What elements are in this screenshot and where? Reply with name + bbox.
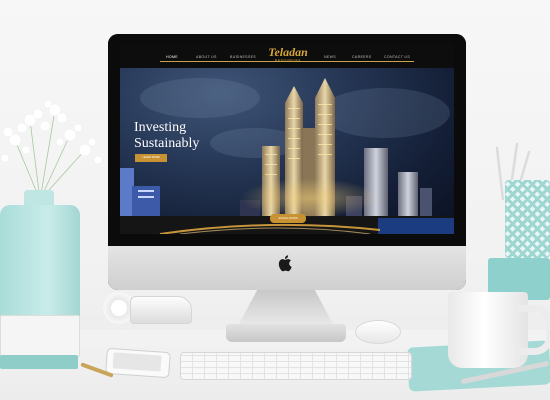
imac-stand-base [226, 324, 346, 342]
city-glow [240, 178, 380, 218]
magic-mouse [355, 320, 401, 344]
logo-wordmark: Teladan [268, 45, 308, 59]
nav-item-news[interactable]: NEWS [324, 55, 336, 59]
learn-more-button[interactable]: LEARN MORE [135, 154, 167, 162]
nav-item-home[interactable]: HOME [166, 55, 178, 59]
babys-breath-flowers [0, 99, 103, 200]
site-logo[interactable]: Teladan RESOURCES [268, 46, 308, 66]
scroll-down-button[interactable]: SCROLL DOWN [270, 214, 306, 223]
keyboard [180, 352, 412, 380]
teal-vase [0, 205, 80, 325]
stapler [130, 296, 192, 324]
smartphone [105, 347, 171, 379]
nav-item-businesses[interactable]: BUSINESSES [230, 55, 256, 59]
mug-handle [518, 305, 550, 355]
wire-basket [505, 180, 550, 258]
coffee-mug [448, 292, 528, 368]
hero-headline-line1: Investing [134, 120, 187, 135]
nav-item-about-us[interactable]: ABOUT US [196, 55, 217, 59]
nav-item-careers[interactable]: CAREERS [352, 55, 371, 59]
nav-item-contact-us[interactable]: CONTACT US [384, 55, 410, 59]
hero-headline: Investing Sustainably [134, 120, 199, 152]
apple-logo-icon [278, 255, 292, 272]
hero-banner: Investing Sustainably LEARN MORE SCROLL … [120, 68, 454, 234]
website-screen: HOME ABOUT US BUSINESSES NEWS CAREERS CO… [120, 44, 454, 234]
hero-headline-line2: Sustainably [134, 136, 200, 151]
book-stack [0, 315, 80, 370]
top-navigation: HOME ABOUT US BUSINESSES NEWS CAREERS CO… [120, 44, 454, 68]
imac-stand [238, 290, 334, 326]
